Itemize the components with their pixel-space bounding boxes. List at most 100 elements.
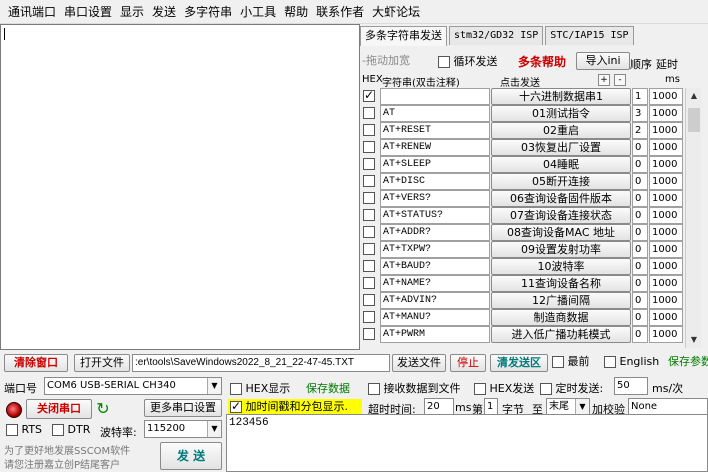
- delay-input[interactable]: 1000: [649, 173, 683, 190]
- remove-row-button[interactable]: -: [614, 74, 626, 86]
- tab-multi-string[interactable]: 多条字符串发送: [360, 26, 447, 46]
- order-input[interactable]: 2: [632, 122, 648, 139]
- send-string-button[interactable]: 12广播间隔: [491, 292, 631, 309]
- send-string-button[interactable]: 进入低广播功耗模式: [491, 326, 631, 343]
- send-button[interactable]: 发 送: [160, 442, 222, 470]
- order-input[interactable]: 0: [632, 139, 648, 156]
- file-path-field[interactable]: :er\tools\SaveWindows2022_8_21_22-47-45.…: [132, 354, 390, 372]
- delay-input[interactable]: 1000: [649, 326, 683, 343]
- order-input[interactable]: 0: [632, 224, 648, 241]
- drag-widen-handle[interactable]: -拖动加宽: [362, 52, 410, 68]
- string-input[interactable]: AT+ADDR?: [380, 224, 490, 241]
- string-input[interactable]: AT+SLEEP: [380, 156, 490, 173]
- hex-checkbox[interactable]: [363, 226, 375, 238]
- delay-input[interactable]: 1000: [649, 207, 683, 224]
- port-select[interactable]: COM6 USB-SERIAL CH340 ▼: [44, 377, 222, 395]
- tab-stc-isp[interactable]: STC/IAP15 ISP: [545, 26, 634, 45]
- order-input[interactable]: 0: [632, 173, 648, 190]
- order-input[interactable]: 0: [632, 258, 648, 275]
- string-input[interactable]: [380, 88, 490, 105]
- order-input[interactable]: 3: [632, 105, 648, 122]
- order-input[interactable]: 0: [632, 326, 648, 343]
- hex-send-checkbox[interactable]: HEX发送: [474, 380, 534, 396]
- send-string-button[interactable]: 01测试指令: [491, 105, 631, 122]
- hex-checkbox[interactable]: [363, 175, 375, 187]
- topmost-box[interactable]: [552, 356, 564, 368]
- hex-checkbox[interactable]: [363, 107, 375, 119]
- order-input[interactable]: 1: [632, 88, 648, 105]
- send-string-button[interactable]: 10波特率: [491, 258, 631, 275]
- hex-checkbox[interactable]: [363, 294, 375, 306]
- send-string-button[interactable]: 09设置发射功率: [491, 241, 631, 258]
- scroll-up-arrow-icon[interactable]: ▲: [686, 88, 702, 104]
- send-string-button[interactable]: 06查询设备固件版本: [491, 190, 631, 207]
- order-input[interactable]: 0: [632, 207, 648, 224]
- hex-checkbox[interactable]: [363, 158, 375, 170]
- order-input[interactable]: 0: [632, 156, 648, 173]
- delay-input[interactable]: 1000: [649, 258, 683, 275]
- hex-checkbox[interactable]: [363, 124, 375, 136]
- string-input[interactable]: AT+RENEW: [380, 139, 490, 156]
- rows-scrollbar[interactable]: ▲ ▼: [685, 88, 701, 348]
- string-input[interactable]: AT+PWRM: [380, 326, 490, 343]
- open-file-button[interactable]: 打开文件: [74, 354, 130, 372]
- delay-input[interactable]: 1000: [649, 241, 683, 258]
- clear-send-button[interactable]: 清发送区: [490, 354, 548, 372]
- string-input[interactable]: AT+TXPW?: [380, 241, 490, 258]
- delay-input[interactable]: 1000: [649, 122, 683, 139]
- send-string-button[interactable]: 制造商数据: [491, 309, 631, 326]
- hex-checkbox[interactable]: [363, 328, 375, 340]
- send-string-button[interactable]: 11查询设备名称: [491, 275, 631, 292]
- menu-item-2[interactable]: 显示: [116, 0, 148, 24]
- hex-checkbox[interactable]: [363, 141, 375, 153]
- close-port-button[interactable]: 关闭串口: [26, 399, 92, 419]
- chevron-down-icon[interactable]: ▼: [207, 421, 221, 437]
- send-file-button[interactable]: 发送文件: [392, 354, 446, 372]
- delay-input[interactable]: 1000: [649, 88, 683, 105]
- menu-item-6[interactable]: 帮助: [280, 0, 312, 24]
- menu-item-7[interactable]: 联系作者: [312, 0, 368, 24]
- delay-input[interactable]: 1000: [649, 190, 683, 207]
- hex-checkbox[interactable]: [363, 192, 375, 204]
- dtr-checkbox[interactable]: DTR: [52, 423, 90, 436]
- hex-display-checkbox[interactable]: HEX显示: [230, 380, 290, 396]
- hex-checkbox[interactable]: [363, 243, 375, 255]
- hex-send-box[interactable]: [474, 383, 486, 395]
- loop-send-checkbox[interactable]: 循环发送: [438, 53, 498, 69]
- scroll-thumb[interactable]: [688, 108, 700, 132]
- send-string-button[interactable]: 07查询设备连接状态: [491, 207, 631, 224]
- send-string-button[interactable]: 十六进制数据串1: [491, 88, 631, 105]
- send-string-button[interactable]: 08查询设备MAC 地址: [491, 224, 631, 241]
- string-input[interactable]: AT+ADVIN?: [380, 292, 490, 309]
- send-string-button[interactable]: 04睡眠: [491, 156, 631, 173]
- tab-stm32-isp[interactable]: stm32/GD32 ISP: [449, 26, 544, 45]
- hex-checkbox[interactable]: [363, 88, 375, 102]
- string-input[interactable]: AT+DISC: [380, 173, 490, 190]
- import-ini-button[interactable]: 导入ini: [576, 52, 630, 70]
- receive-area[interactable]: [0, 24, 360, 350]
- timed-send-checkbox[interactable]: 定时发送:: [540, 380, 603, 396]
- more-serial-settings-button[interactable]: 更多串口设置: [144, 399, 222, 417]
- hex-checkbox[interactable]: [363, 209, 375, 221]
- order-input[interactable]: 0: [632, 309, 648, 326]
- delay-input[interactable]: 1000: [649, 105, 683, 122]
- string-input[interactable]: AT+BAUD?: [380, 258, 490, 275]
- hex-display-box[interactable]: [230, 383, 242, 395]
- save-data-button[interactable]: 保存数据: [306, 380, 350, 396]
- dtr-box[interactable]: [52, 424, 64, 436]
- recv-to-file-box[interactable]: [368, 383, 380, 395]
- string-input[interactable]: AT+NAME?: [380, 275, 490, 292]
- timed-send-box[interactable]: [540, 383, 552, 395]
- chevron-down-icon[interactable]: ▼: [207, 378, 221, 394]
- delay-input[interactable]: 1000: [649, 139, 683, 156]
- english-checkbox[interactable]: English: [604, 354, 659, 372]
- clear-window-button[interactable]: 清除窗口: [4, 354, 68, 372]
- loop-send-box[interactable]: [438, 56, 450, 68]
- hex-checkbox[interactable]: [363, 277, 375, 289]
- rts-checkbox[interactable]: RTS: [6, 423, 42, 436]
- delay-input[interactable]: 1000: [649, 292, 683, 309]
- scroll-down-arrow-icon[interactable]: ▼: [686, 332, 702, 348]
- send-string-button[interactable]: 02重启: [491, 122, 631, 139]
- string-input[interactable]: AT+RESET: [380, 122, 490, 139]
- menu-item-0[interactable]: 通讯端口: [4, 0, 60, 24]
